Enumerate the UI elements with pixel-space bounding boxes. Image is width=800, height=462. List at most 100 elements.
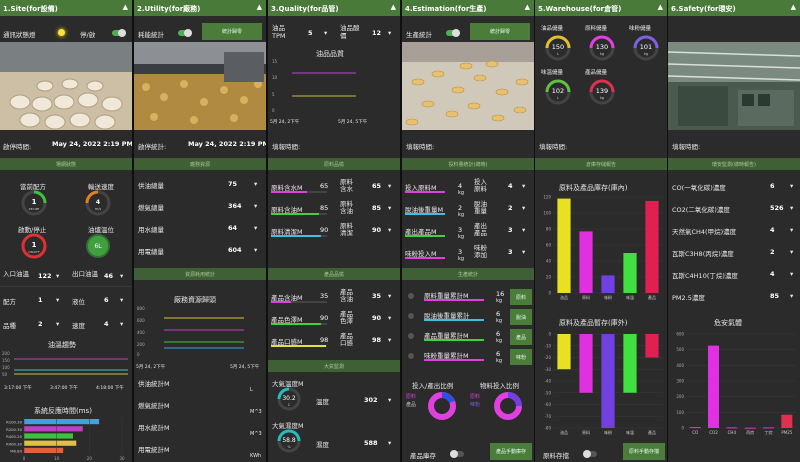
utility-stat-unit: M^3 — [250, 431, 262, 437]
gas-concentration-value[interactable]: 2 — [770, 248, 775, 256]
gas-concentration-value[interactable]: 4 — [770, 226, 775, 234]
production-stat-button[interactable]: 脫油 — [510, 309, 532, 325]
utility-select-value[interactable]: 75 — [228, 180, 237, 188]
sel-inlet-value[interactable]: 122 — [38, 272, 52, 280]
chevron-down-icon[interactable]: ▾ — [388, 336, 391, 344]
chevron-down-icon[interactable]: ▾ — [120, 320, 123, 328]
panel-safety-header[interactable]: 6.Safety(for環安) ▲ — [668, 0, 800, 16]
chevron-down-icon[interactable]: ▾ — [388, 182, 391, 190]
chevron-down-icon[interactable]: ▾ — [790, 270, 793, 278]
production-stat-button[interactable]: 味粉 — [510, 349, 532, 365]
feed-select-value[interactable]: 4 — [508, 182, 513, 190]
inspection-select-value[interactable]: 65 — [372, 182, 381, 190]
utility-select-value[interactable]: 64 — [228, 224, 237, 232]
panel-estimation-header[interactable]: 4.Estimation(for生產) ▲ — [402, 0, 534, 16]
chevron-down-icon[interactable]: ▾ — [388, 292, 391, 300]
gas-concentration-value[interactable]: 4 — [770, 270, 775, 278]
panel-quality-header[interactable]: 3.Quality(for品管) ▲ — [268, 0, 400, 16]
chevron-down-icon[interactable]: ▾ — [56, 296, 59, 304]
chevron-up-icon[interactable]: ▲ — [525, 3, 530, 11]
reset-stats-button[interactable]: 統計歸零 — [202, 23, 262, 40]
energy-toggle[interactable] — [178, 29, 192, 37]
gas-concentration-value[interactable]: 85 — [770, 292, 779, 300]
sel-recipe-value[interactable]: 1 — [38, 296, 43, 304]
chevron-down-icon[interactable]: ▾ — [388, 29, 391, 37]
chevron-down-icon[interactable]: ▾ — [522, 204, 525, 212]
chevron-down-icon[interactable]: ▾ — [388, 204, 391, 212]
gas-concentration-value[interactable]: 526 — [770, 204, 784, 212]
panel-warehouse-header[interactable]: 5.Warehouse(for倉管) ▲ — [535, 0, 667, 16]
production-stat-button[interactable]: 產品 — [510, 329, 532, 345]
feed-stat-unit: kg — [458, 256, 465, 262]
chevron-down-icon[interactable]: ▾ — [388, 396, 391, 404]
humidity-select-value[interactable]: 588 — [364, 439, 378, 447]
inspection-select-value[interactable]: 90 — [372, 314, 381, 322]
acid-value[interactable]: 12 — [372, 29, 381, 37]
chart-bar — [557, 198, 571, 293]
sel-speed-value[interactable]: 4 — [104, 320, 109, 328]
chevron-down-icon[interactable]: ▾ — [324, 29, 327, 37]
chevron-up-icon[interactable]: ▲ — [658, 3, 663, 11]
chevron-down-icon[interactable]: ▾ — [120, 296, 123, 304]
chevron-down-icon[interactable]: ▾ — [522, 226, 525, 234]
utility-select-value[interactable]: 364 — [228, 202, 242, 210]
utility-select-value[interactable]: 604 — [228, 246, 242, 254]
raw-manual-inventory-button[interactable]: 原料手動存擋 — [623, 443, 665, 460]
chevron-up-icon[interactable]: ▲ — [391, 3, 396, 11]
raw-inventory-toggle[interactable] — [583, 450, 597, 458]
sel-level-value[interactable]: 6 — [104, 296, 109, 304]
chevron-down-icon[interactable]: ▾ — [790, 204, 793, 212]
inspection-select-value[interactable]: 90 — [372, 226, 381, 234]
chevron-down-icon[interactable]: ▾ — [254, 246, 257, 254]
production-stat-button[interactable]: 原料 — [510, 289, 532, 305]
chevron-up-icon[interactable]: ▲ — [123, 3, 128, 11]
production-toggle[interactable] — [446, 29, 460, 37]
feed-select-value[interactable]: 2 — [508, 204, 513, 212]
temp-storage-chart: 0 -10 -20 -30 -40 -50 -60 -70 -80 油品 原料 味粉 味溫 產品 — [544, 332, 663, 435]
feed-select-value[interactable]: 3 — [508, 226, 513, 234]
sel-outlet-label: 出口油溫 — [72, 270, 98, 278]
chevron-down-icon[interactable]: ▾ — [790, 226, 793, 234]
chart-xtick: 味粉 — [604, 294, 612, 300]
product-inventory-toggle[interactable] — [450, 450, 464, 458]
feed-select-value[interactable]: 3 — [508, 248, 513, 256]
gas-concentration-value[interactable]: 6 — [770, 182, 775, 190]
section-utility: 廠務資源 — [134, 158, 266, 170]
chevron-down-icon[interactable]: ▾ — [790, 248, 793, 256]
chevron-down-icon[interactable]: ▾ — [56, 272, 59, 280]
chevron-down-icon[interactable]: ▾ — [790, 292, 793, 300]
chevron-down-icon[interactable]: ▾ — [120, 272, 123, 280]
chevron-down-icon[interactable]: ▾ — [388, 314, 391, 322]
chevron-down-icon[interactable]: ▾ — [254, 202, 257, 210]
inspection-select-value[interactable]: 35 — [372, 292, 381, 300]
chevron-down-icon[interactable]: ▾ — [56, 320, 59, 328]
chevron-down-icon[interactable]: ▾ — [388, 226, 391, 234]
chevron-up-icon[interactable]: ▲ — [791, 3, 796, 11]
utility-stat-unit: M^3 — [250, 409, 262, 415]
chevron-down-icon[interactable]: ▾ — [790, 182, 793, 190]
chevron-down-icon[interactable]: ▾ — [254, 180, 257, 188]
panel-site-header[interactable]: 1.Site(for設備) ▲ — [0, 0, 132, 16]
product-manual-inventory-button[interactable]: 產品手動庫存 — [490, 443, 532, 460]
inspection-select-value[interactable]: 98 — [372, 336, 381, 344]
chevron-down-icon[interactable]: ▾ — [522, 182, 525, 190]
trend-xtick: 3:17:00 下午 — [4, 386, 32, 391]
panel-utility-header[interactable]: 2.Utility(for廠務) ▲ — [134, 0, 266, 16]
trend-ytick: 150 — [2, 358, 10, 363]
production-stat-unit: kg — [496, 298, 503, 304]
feed-stat-bar — [405, 257, 445, 259]
inspection-select-value[interactable]: 85 — [372, 204, 381, 212]
chevron-up-icon[interactable]: ▲ — [257, 3, 262, 11]
chevron-down-icon[interactable]: ▾ — [254, 224, 257, 232]
start-toggle[interactable] — [112, 29, 126, 37]
tpm-value[interactable]: 5 — [308, 29, 313, 37]
temp-select-value[interactable]: 302 — [364, 396, 378, 404]
sel-outlet-value[interactable]: 46 — [104, 272, 113, 280]
chevron-down-icon[interactable]: ▾ — [388, 439, 391, 447]
storage-gauge-unit: L — [557, 96, 559, 100]
reset-stats-button[interactable]: 統計歸零 — [470, 23, 530, 40]
sel-variety-value[interactable]: 2 — [38, 320, 43, 328]
sel-speed-label: 速度 — [72, 322, 85, 330]
chevron-down-icon[interactable]: ▾ — [522, 248, 525, 256]
chart-bar — [645, 201, 659, 293]
